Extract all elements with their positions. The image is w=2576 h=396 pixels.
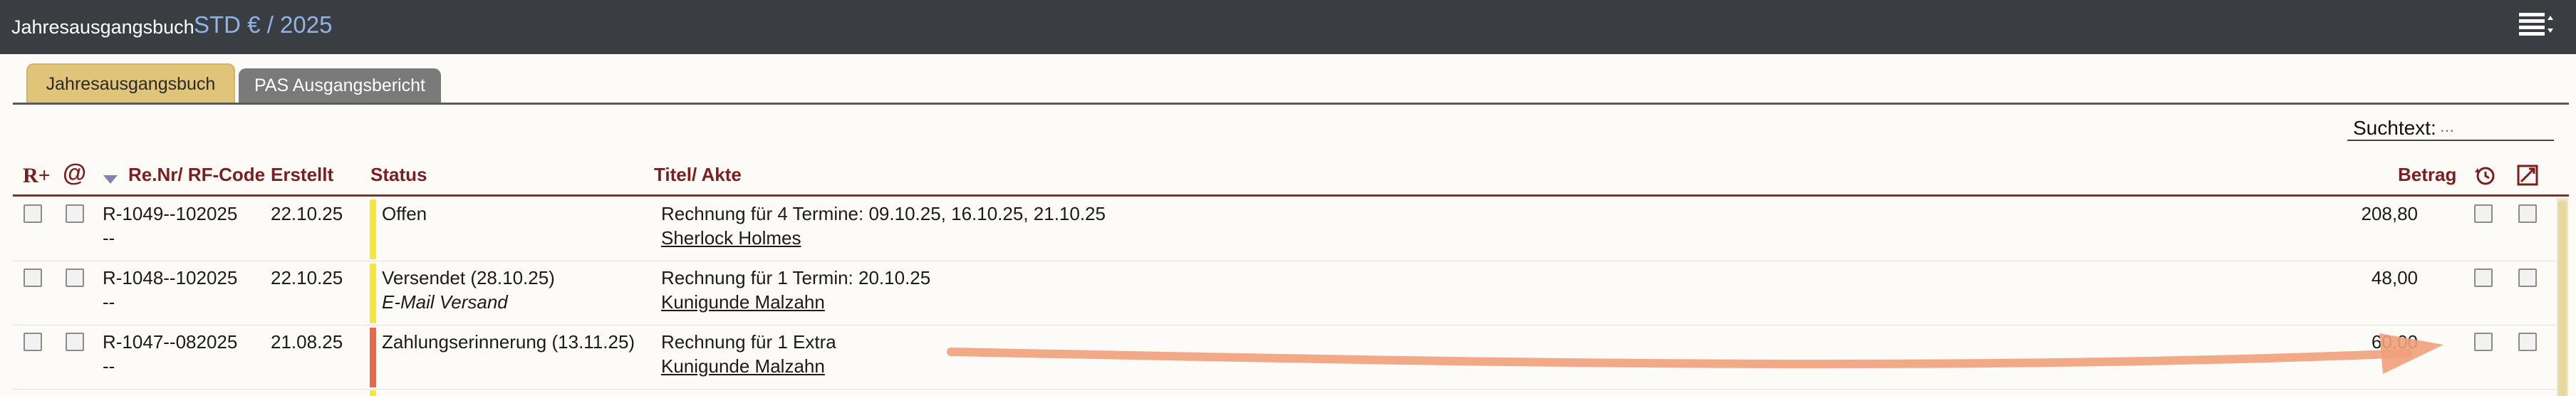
row-select-checkbox[interactable] — [24, 333, 42, 351]
row-select-checkbox[interactable] — [24, 204, 42, 223]
status-color-bar — [370, 264, 376, 323]
row-document-checkbox[interactable] — [2518, 204, 2537, 223]
row-document-checkbox[interactable] — [2518, 269, 2537, 287]
table-row[interactable]: R-1048--102025 -- 22.10.25 Versendet (28… — [13, 261, 2556, 325]
email-icon[interactable]: @ — [63, 160, 86, 187]
column-header-renr[interactable]: Re.Nr/ RF-Code — [128, 164, 265, 186]
tab-jahresausgangsbuch[interactable]: Jahresausgangsbuch — [26, 63, 235, 103]
row-email-checkbox[interactable] — [66, 269, 84, 287]
column-header-amount[interactable]: Betrag — [2398, 164, 2456, 186]
search-box: Suchtext: — [2347, 114, 2554, 141]
status-subtext: E-Mail Versand — [382, 291, 508, 313]
scrollbar-thumb[interactable] — [2558, 201, 2567, 396]
client-link[interactable]: Sherlock Holmes — [661, 227, 801, 249]
list-menu-icon[interactable] — [2518, 10, 2555, 40]
app-title: Jahresausgangsbuch — [11, 16, 194, 38]
row-history-checkbox[interactable] — [2474, 269, 2493, 287]
row-email-checkbox[interactable] — [66, 204, 84, 223]
row-email-checkbox[interactable] — [66, 333, 84, 351]
row-history-checkbox[interactable] — [2474, 204, 2493, 223]
rf-code: -- — [103, 291, 115, 313]
table-header: R+ @ Re.Nr/ RF-Code Erstellt Status Tite… — [13, 160, 2569, 197]
client-link[interactable]: Kunigunde Malzahn — [661, 355, 825, 377]
invoice-number[interactable]: R-1049--102025 — [103, 203, 237, 225]
created-date: 22.10.25 — [271, 203, 343, 224]
amount: 48,00 — [2371, 267, 2418, 288]
amount: 60,00 — [2371, 331, 2418, 353]
table-row[interactable]: R-1049--102025 -- 22.10.25 Offen Rechnun… — [13, 197, 2556, 261]
invoice-title[interactable]: Rechnung für 4 Termine: 09.10.25, 16.10.… — [661, 203, 1106, 225]
column-header-status[interactable]: Status — [370, 164, 427, 186]
status-text: Versendet (28.10.25) — [382, 267, 555, 288]
rf-code: -- — [103, 355, 115, 377]
amount: 208,80 — [2361, 203, 2418, 224]
document-edit-icon[interactable] — [2516, 164, 2539, 192]
column-header-title[interactable]: Titel/ Akte — [654, 164, 742, 186]
rf-code: -- — [103, 227, 115, 249]
client-link[interactable]: Kunigunde Malzahn — [661, 291, 825, 313]
tab-pas-ausgangsbericht[interactable]: PAS Ausgangsbericht — [239, 68, 441, 103]
created-date: 21.08.25 — [271, 331, 343, 353]
invoice-title[interactable]: Rechnung für 1 Extra — [661, 331, 836, 353]
title-bar: Jahresausgangsbuch STD € / 2025 — [0, 0, 2576, 54]
row-document-checkbox[interactable] — [2518, 333, 2537, 351]
status-color-bar — [370, 199, 376, 259]
sort-down-icon[interactable] — [103, 168, 118, 190]
invoice-number[interactable]: R-1047--082025 — [103, 331, 237, 353]
search-label: Suchtext: — [2353, 117, 2436, 139]
status-text: Offen — [382, 203, 427, 224]
tab-divider — [13, 103, 2569, 105]
row-history-checkbox[interactable] — [2474, 333, 2493, 351]
app-subtitle: STD € / 2025 — [194, 11, 333, 38]
status-color-bar — [370, 328, 376, 387]
row-select-checkbox[interactable] — [24, 269, 42, 287]
created-date: 22.10.25 — [271, 267, 343, 288]
history-icon[interactable] — [2473, 164, 2496, 192]
search-input[interactable] — [2440, 115, 2547, 138]
new-invoice-icon[interactable]: R+ — [23, 164, 51, 188]
table-row[interactable]: R-1047--082025 -- 21.08.25 Zahlungserinn… — [13, 325, 2556, 390]
invoice-number[interactable]: R-1048--102025 — [103, 267, 237, 289]
column-header-created[interactable]: Erstellt — [271, 164, 333, 186]
status-text: Zahlungserinnerung (13.11.25) — [382, 331, 635, 353]
invoice-title[interactable]: Rechnung für 1 Termin: 20.10.25 — [661, 267, 930, 289]
status-color-bar — [370, 390, 376, 396]
